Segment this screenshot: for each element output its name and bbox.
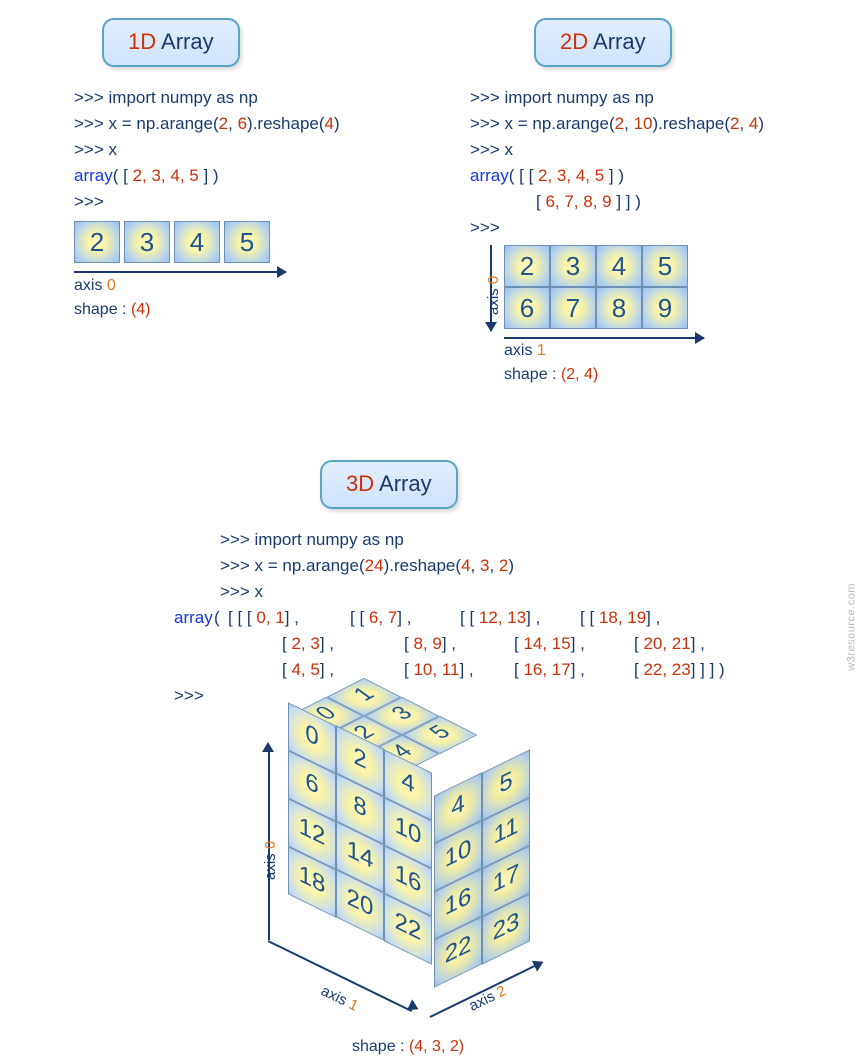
cell-2d: 6 [504, 287, 550, 329]
axis0-arrowhead-3d [262, 742, 274, 752]
cell-2d: 8 [596, 287, 642, 329]
badge-2d-word: Array [593, 29, 646, 54]
badge-2d: 2D Array [534, 18, 672, 67]
array-output-3d: array( [ [ [ 0, 1] ,[ [ 6, 7] ,[ [ 12, 1… [220, 605, 860, 708]
axis1-arrow-2d [504, 337, 704, 339]
badge-3d-word: Array [379, 471, 432, 496]
section-1d: 1D Array >>> import numpy as np>>> x = n… [74, 18, 434, 319]
cell-2d: 5 [642, 245, 688, 287]
cell-1d: 2 [74, 221, 120, 263]
cell-2d: 9 [642, 287, 688, 329]
code-3d: >>> import numpy as np>>> x = np.arange(… [220, 527, 860, 605]
shape-1d: shape : (4) [74, 301, 434, 319]
cell-2d: 7 [550, 287, 596, 329]
shape-3d: shape : (4, 3, 2) [352, 1038, 464, 1056]
cell-1d: 4 [174, 221, 220, 263]
cell-1d: 5 [224, 221, 270, 263]
grid-2d: axis 0 2345 6789 axis 1 shape : (2, 4) [470, 245, 850, 384]
axis1-label-2d: axis 1 [504, 342, 850, 360]
cell-2d: 4 [596, 245, 642, 287]
cells-1d: 2345 [74, 221, 434, 263]
axis0-label-3d: axis 0 [262, 841, 279, 880]
axis0-label-2d: axis 0 [485, 276, 502, 315]
axis-arrow-1d [74, 271, 286, 273]
badge-1d-word: Array [161, 29, 214, 54]
code-1d: >>> import numpy as np>>> x = np.arange(… [74, 85, 434, 215]
cell-2d: 2 [504, 245, 550, 287]
code-2d: >>> import numpy as np>>> x = np.arange(… [470, 85, 850, 241]
badge-3d-dim: 3D [346, 471, 374, 496]
section-2d: 2D Array >>> import numpy as np>>> x = n… [470, 18, 850, 384]
section-3d: 3D Array >>> import numpy as np>>> x = n… [160, 460, 860, 708]
badge-1d: 1D Array [102, 18, 240, 67]
shape-2d: shape : (2, 4) [504, 366, 850, 384]
watermark: w3resource.com [846, 583, 858, 671]
badge-3d: 3D Array [320, 460, 458, 509]
cell-2d: 3 [550, 245, 596, 287]
badge-1d-dim: 1D [128, 29, 156, 54]
cell-1d: 3 [124, 221, 170, 263]
badge-2d-dim: 2D [560, 29, 588, 54]
axis-label-1d: axis 0 [74, 277, 434, 295]
